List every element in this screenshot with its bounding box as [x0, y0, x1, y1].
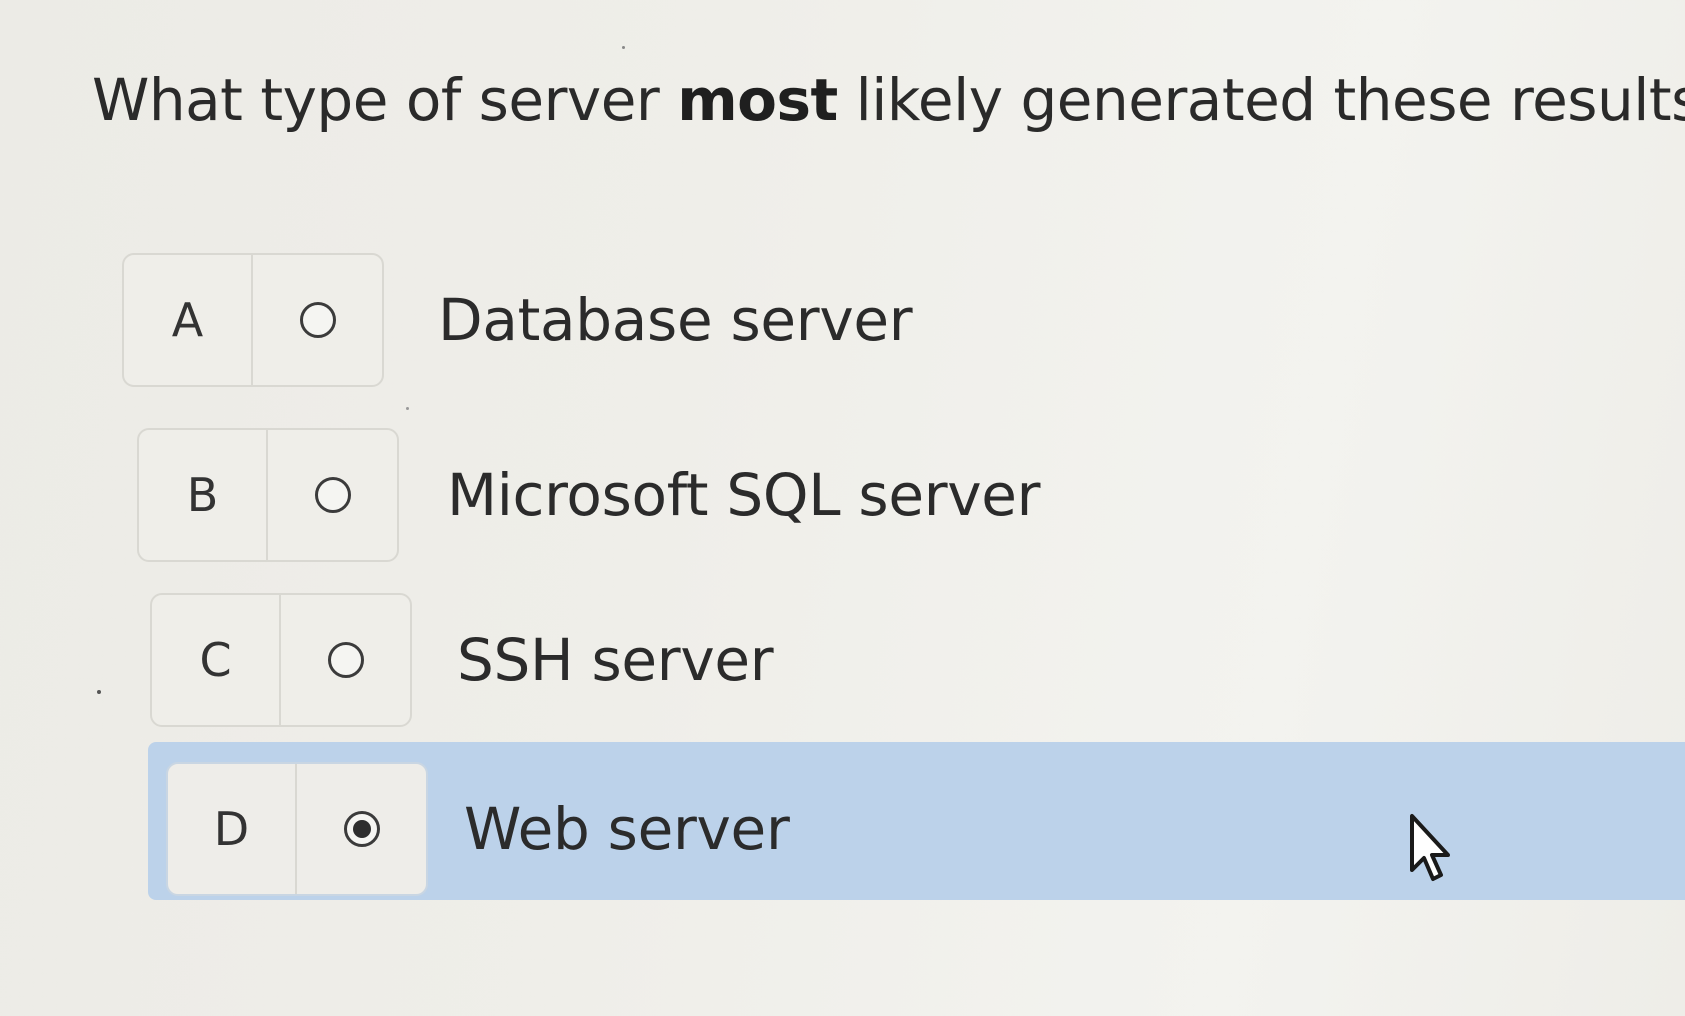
option-label[interactable]: Database server — [438, 253, 913, 387]
radio-dot — [352, 820, 371, 838]
answer-option-a[interactable]: A Database server — [122, 253, 922, 393]
speck — [406, 407, 409, 410]
option-key-box[interactable]: A — [122, 253, 384, 387]
option-key-box[interactable]: B — [137, 428, 399, 562]
option-label[interactable]: Web server — [464, 762, 790, 896]
radio-empty-icon[interactable] — [327, 642, 364, 678]
radio-empty-icon[interactable] — [314, 477, 351, 513]
option-label[interactable]: SSH server — [457, 593, 774, 727]
option-key-box[interactable]: D — [166, 762, 428, 896]
mouse-pointer-icon — [1410, 814, 1450, 881]
option-radio-cell[interactable] — [281, 595, 410, 725]
option-letter: D — [168, 764, 297, 894]
question-text: What type of server most likely generate… — [92, 62, 1685, 138]
answer-option-b[interactable]: B Microsoft SQL server — [137, 428, 1041, 568]
speck — [622, 46, 625, 49]
answer-option-d[interactable]: D Web server — [148, 742, 1685, 900]
option-letter: A — [124, 255, 253, 385]
question-suffix: likely generated these results? — [837, 66, 1685, 134]
option-radio-cell[interactable] — [268, 430, 397, 560]
answer-option-c[interactable]: C SSH server — [150, 593, 850, 733]
option-letter: B — [139, 430, 268, 560]
question-prefix: What type of server — [92, 66, 678, 134]
option-letter: C — [152, 595, 281, 725]
radio-filled-icon[interactable] — [343, 811, 380, 847]
radio-empty-icon[interactable] — [299, 302, 336, 338]
question-emphasis: most — [677, 66, 838, 134]
option-radio-cell[interactable] — [297, 764, 426, 894]
option-label[interactable]: Microsoft SQL server — [447, 428, 1041, 562]
speck — [97, 690, 101, 694]
option-key-box[interactable]: C — [150, 593, 412, 727]
option-radio-cell[interactable] — [253, 255, 382, 385]
